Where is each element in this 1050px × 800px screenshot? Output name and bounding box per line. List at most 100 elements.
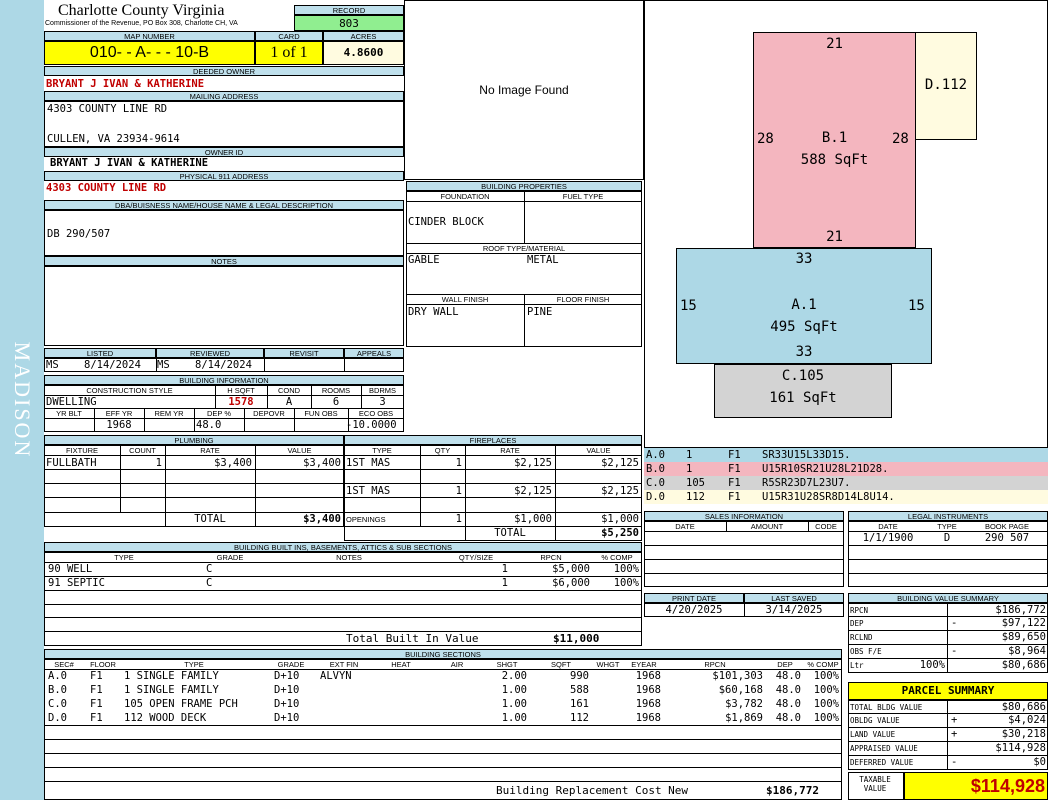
bi-qty: 1 xyxy=(501,563,508,575)
sketch-c-id: C.105 xyxy=(781,368,825,384)
sec-floor: F1 xyxy=(90,712,103,724)
fire-qty: 1 xyxy=(455,513,462,525)
sec-col-dep: DEP xyxy=(777,660,793,669)
no-image-text: No Image Found xyxy=(479,83,569,97)
sec-type: 1 SINGLE FAMILY xyxy=(124,684,219,696)
sec-comp: 100% xyxy=(813,684,839,696)
parcel-summary-row: TOTAL BLDG VALUE $80,686 xyxy=(848,700,1048,714)
bi-col-rpcn: RPCN xyxy=(540,553,562,562)
wall-finish: DRY WALL xyxy=(408,306,459,318)
bi-qty: 1 xyxy=(501,577,508,589)
county-subtitle: Commissioner of the Revenue, PO Box 308,… xyxy=(45,20,238,27)
sketch-line-path: U15R31U28SR8D14L8U14. xyxy=(762,491,895,503)
sketch-line-path: R5SR23D7L23U7. xyxy=(762,477,851,489)
builtin-total: $11,000 xyxy=(553,632,600,645)
fire-rate: $1,000 xyxy=(514,513,552,525)
fire-value: $2,125 xyxy=(601,485,639,497)
ps-value: $4,024 xyxy=(1008,714,1046,726)
sec-col-sqft: SQFT xyxy=(551,660,571,669)
legal-instruments-label: LEGAL INSTRUMENTS xyxy=(848,511,1048,521)
sketch-d-id: D.112 xyxy=(924,77,968,93)
fire-col-qty: QTY xyxy=(434,446,451,455)
sec-grade: D+10 xyxy=(274,712,300,724)
card-label: CARD xyxy=(255,31,323,41)
sec-id: A.0 xyxy=(48,670,67,682)
foundation-label: FOUNDATION xyxy=(440,192,490,201)
sec-col-sec: SEC# xyxy=(54,660,74,669)
sec-col-type: TYPE xyxy=(184,660,204,669)
mailing-line-2: CULLEN, VA 23934-9614 xyxy=(47,133,180,145)
reviewed-by: MS xyxy=(157,359,170,371)
legal-description: DB 290/507 xyxy=(47,228,111,240)
sec-col-shgt: SHGT xyxy=(496,660,518,669)
sec-comp: 100% xyxy=(813,698,839,710)
acres-label: ACRES xyxy=(323,31,404,41)
sketch-lines: A.0 1 F1 SR33U15L33D15. B.0 1 F1 U15R10SR21U28L… xyxy=(644,448,1048,508)
li-type: D xyxy=(943,532,951,544)
district-label: MADISON xyxy=(10,341,35,459)
sections-label: BUILDING SECTIONS xyxy=(44,649,842,659)
sec-col-rpcn: RPCN xyxy=(704,660,726,669)
remyr-label: REM YR xyxy=(154,409,184,418)
vs-divider xyxy=(947,603,948,617)
sec-col-heat: HEAT xyxy=(391,660,411,669)
sketch-line-row: C.0 105 F1 R5SR23D7L23U7. xyxy=(644,476,1048,490)
sec-shgt: 1.00 xyxy=(501,712,527,724)
ps-label: LAND VALUE xyxy=(850,730,896,739)
fire-col-rate: RATE xyxy=(500,446,520,455)
sketch-a-sqft: 495 SqFt xyxy=(770,319,838,335)
fire-type: 1ST MAS xyxy=(346,485,391,497)
sec-dep: 48.0 xyxy=(775,684,801,696)
bi-comp: 100% xyxy=(613,577,639,589)
sec-grade: D+10 xyxy=(274,670,300,682)
owner-id: BRYANT J IVAN & KATHERINE xyxy=(50,157,209,169)
side-band: MADISON xyxy=(0,0,44,800)
builtins-label: BUILDING BUILT INS, BASEMENTS, ATTICS & … xyxy=(44,542,642,552)
ps-label: OBLDG VALUE xyxy=(850,716,900,725)
sketch-b-top: 21 xyxy=(826,36,843,52)
vs-value: $89,650 xyxy=(1001,631,1046,643)
sketch-a-bottom: 33 xyxy=(795,344,813,360)
reviewed-label: REVIEWED xyxy=(156,348,264,358)
fire-type: OPENINGS xyxy=(346,515,386,524)
acres-value: 4.8600 xyxy=(323,41,404,65)
fireplaces-label: FIREPLACES xyxy=(344,435,642,445)
sec-id: D.0 xyxy=(48,712,67,724)
sketch-line-sec: A.0 xyxy=(646,449,665,461)
depovr-label: DEPOVR xyxy=(253,409,285,418)
sec-id: B.0 xyxy=(48,684,67,696)
roof-label: ROOF TYPE/MATERIAL xyxy=(482,244,566,253)
fire-qty: 1 xyxy=(455,457,462,469)
sec-sqft: 588 xyxy=(570,684,589,696)
vs-divider xyxy=(947,658,948,672)
dep-value: 48.0 xyxy=(196,419,222,431)
parcel-summary-row: DEFERRED VALUE - $0 xyxy=(848,755,1048,770)
cond-label: COND xyxy=(277,386,301,395)
sketch-a-id: A.1 xyxy=(791,297,817,313)
vs-label: RCLND xyxy=(850,633,873,642)
sec-shgt: 1.00 xyxy=(501,684,527,696)
ps-value: $30,218 xyxy=(1001,728,1046,740)
bi-col-comp: % COMP xyxy=(601,553,633,562)
sec-rpcn: $101,303 xyxy=(712,670,763,682)
vs-value: $8,964 xyxy=(1008,645,1046,657)
building-info-label: BUILDING INFORMATION xyxy=(44,375,404,385)
bi-col-type: TYPE xyxy=(114,553,134,562)
vs-divider xyxy=(947,616,948,630)
sketch-line-floor: F1 xyxy=(728,463,741,475)
deeded-owner-label: DEEDED OWNER xyxy=(44,66,404,76)
ps-divider xyxy=(947,727,948,741)
sec-dep: 48.0 xyxy=(775,712,801,724)
sec-eyear: 1968 xyxy=(635,698,661,710)
sketch-line-sec: D.0 xyxy=(646,491,665,503)
sec-id: C.0 xyxy=(48,698,67,710)
plumb-total-label: TOTAL xyxy=(194,513,226,525)
sketch-line-sec: C.0 xyxy=(646,477,665,489)
sketch-area: 21 21 28 28 B.1 588 SqFt D.112 33 33 15 … xyxy=(644,0,1048,448)
sec-rpcn: $1,869 xyxy=(725,712,763,724)
construction-style: DWELLING xyxy=(46,396,97,408)
sec-floor: F1 xyxy=(90,698,103,710)
sec-sqft: 990 xyxy=(570,670,589,682)
card-number: 1 of 1 xyxy=(255,41,323,65)
sketch-c-sqft: 161 SqFt xyxy=(769,390,837,406)
